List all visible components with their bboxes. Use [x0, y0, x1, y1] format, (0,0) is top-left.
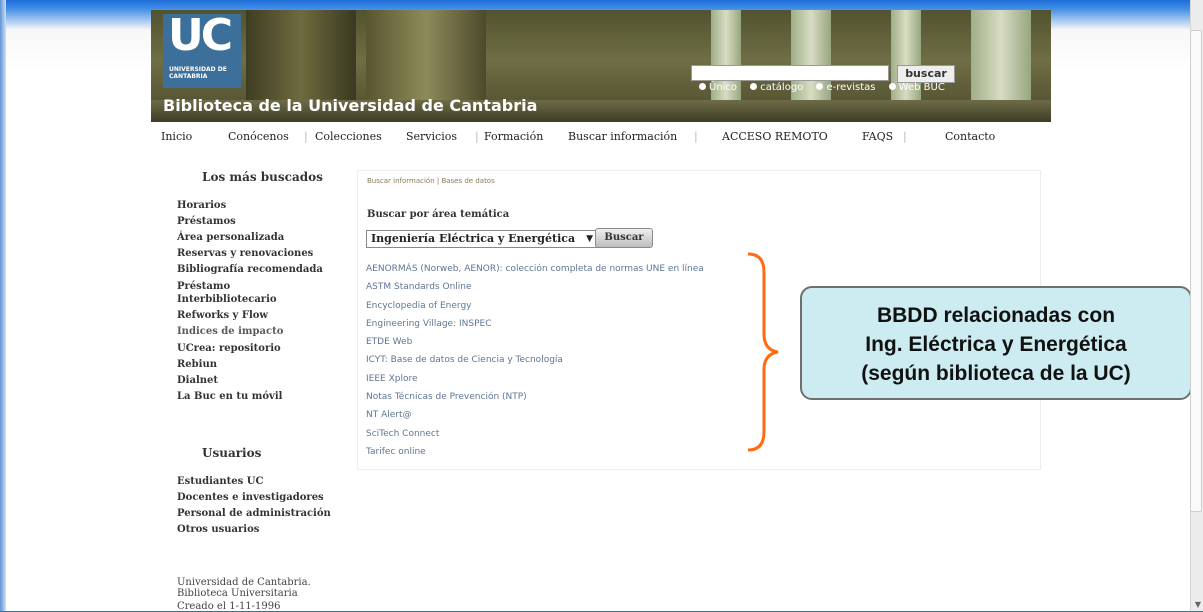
database-link[interactable]: ICYT: Base de datos de Ciencia y Tecnolo… [366, 355, 563, 365]
brace-path [747, 252, 779, 452]
footer-text: Creado el 1-11-1996 [177, 601, 281, 612]
callout-line: Ing. Eléctrica y Energética [865, 333, 1127, 356]
top-navigation: Inicio Conócenos | Colecciones Servicios… [151, 130, 1051, 148]
nav-servicios[interactable]: Servicios [406, 130, 457, 143]
sidebar-link[interactable]: La Buc en tu móvil [177, 391, 282, 402]
buscar-button[interactable]: Buscar [595, 228, 653, 248]
nav-faqs[interactable]: FAQS [862, 130, 893, 143]
nav-separator: | [694, 130, 698, 143]
sidebar-link[interactable]: Área personalizada [177, 232, 284, 243]
nav-acceso-remoto[interactable]: ACCESO REMOTO [722, 130, 828, 143]
users-link[interactable]: Otros usuarios [177, 524, 259, 535]
nav-separator: | [304, 130, 308, 143]
database-link[interactable]: SciTech Connect [366, 429, 439, 439]
site-title[interactable]: Biblioteca de la Universidad de Cantabri… [163, 96, 537, 115]
sidebar-link[interactable]: UCrea: repositorio [177, 343, 281, 354]
sidebar-link[interactable]: Préstamos [177, 216, 236, 227]
radio-icon [816, 83, 824, 90]
nav-inicio[interactable]: Inicio [161, 130, 192, 143]
nav-separator: | [475, 130, 479, 143]
sidebar-link[interactable]: Reservas y renovaciones [177, 248, 313, 259]
scroll-down-icon[interactable]: ▼ [1195, 600, 1201, 609]
banner-search-button[interactable]: buscar [897, 65, 955, 83]
nav-colecciones[interactable]: Colecciones [315, 130, 382, 143]
vertical-scrollbar[interactable]: ▼ [1190, 0, 1203, 611]
radio-icon [699, 83, 706, 90]
sidebar-heading: Los más buscados [202, 170, 323, 184]
nav-separator: | [903, 130, 907, 143]
logo-subtext: UNIVERSIDAD DE CANTABRIA [169, 66, 227, 80]
users-link[interactable]: Docentes e investigadores [177, 492, 324, 503]
database-link[interactable]: AENORMÁS (Norweb, AENOR): colección comp… [366, 264, 704, 274]
database-link[interactable]: ASTM Standards Online [366, 282, 472, 292]
users-heading: Usuarios [202, 446, 262, 460]
radio-catalogo[interactable]: catálogo [750, 82, 803, 93]
sidebar-link[interactable]: Préstamo [177, 281, 230, 292]
sidebar-link[interactable]: Horarios [177, 200, 226, 211]
radio-e-revistas[interactable]: e-revistas [816, 82, 875, 93]
nav-contacto[interactable]: Contacto [945, 130, 995, 143]
footer-text: Biblioteca Universitaria [177, 588, 298, 599]
annotation-callout: BBDD relacionadas con Ing. Eléctrica y E… [800, 286, 1192, 400]
uc-logo[interactable]: UC UNIVERSIDAD DE CANTABRIA [163, 10, 241, 88]
sidebar-link[interactable]: Interbibliotecario [177, 294, 277, 305]
sidebar-link[interactable]: Refworks y Flow [177, 310, 268, 321]
users-link[interactable]: Estudiantes UC [177, 476, 263, 487]
curly-brace-annotation [747, 252, 779, 452]
database-link[interactable]: ETDE Web [366, 337, 412, 347]
search-scope-radios: Único catálogo e-revistas Web BUC [699, 82, 955, 93]
area-search-heading: Buscar por área temática [367, 209, 510, 220]
nav-buscar-informacion[interactable]: Buscar información [568, 130, 677, 143]
nav-conocenos[interactable]: Conócenos [228, 130, 289, 143]
banner-search-input[interactable] [691, 65, 889, 81]
database-link[interactable]: NT Alert@ [366, 410, 412, 420]
radio-web-buc[interactable]: Web BUC [888, 82, 945, 93]
area-select[interactable]: Ingeniería Eléctrica y Energética ▼ [366, 230, 598, 248]
database-link[interactable]: IEEE Xplore [366, 374, 418, 384]
callout-line: BBDD relacionadas con [876, 304, 1116, 327]
database-link[interactable]: Tarifec online [366, 447, 426, 457]
radio-unico[interactable]: Único [699, 82, 737, 93]
sidebar-link[interactable]: Indices de impacto [177, 326, 283, 337]
sidebar-link[interactable]: Rebiun [177, 359, 217, 370]
sidebar-link[interactable]: Dialnet [177, 375, 218, 386]
logo-text: UC [168, 10, 233, 61]
nav-formacion[interactable]: Formación [484, 130, 543, 143]
scrollbar-thumb[interactable] [1190, 30, 1202, 512]
dropdown-arrow-icon: ▼ [586, 234, 593, 244]
footer-text: Universidad de Cantabria. [177, 577, 311, 588]
area-select-value: Ingeniería Eléctrica y Energética [371, 232, 576, 245]
database-link[interactable]: Engineering Village: INSPEC [366, 319, 491, 329]
callout-line: (según biblioteca de la UC) [861, 362, 1131, 385]
database-link[interactable]: Encyclopedia of Energy [366, 301, 472, 311]
radio-icon [888, 83, 896, 90]
window-left-edge [0, 0, 6, 611]
breadcrumb[interactable]: Buscar información | Bases de datos [367, 177, 495, 185]
radio-icon [750, 83, 758, 90]
sidebar-link[interactable]: Bibliografía recomendada [177, 264, 323, 275]
library-banner: UC UNIVERSIDAD DE CANTABRIA Biblioteca d… [151, 10, 1051, 122]
database-link[interactable]: Notas Técnicas de Prevención (NTP) [366, 392, 527, 402]
users-link[interactable]: Personal de administración [177, 508, 331, 519]
